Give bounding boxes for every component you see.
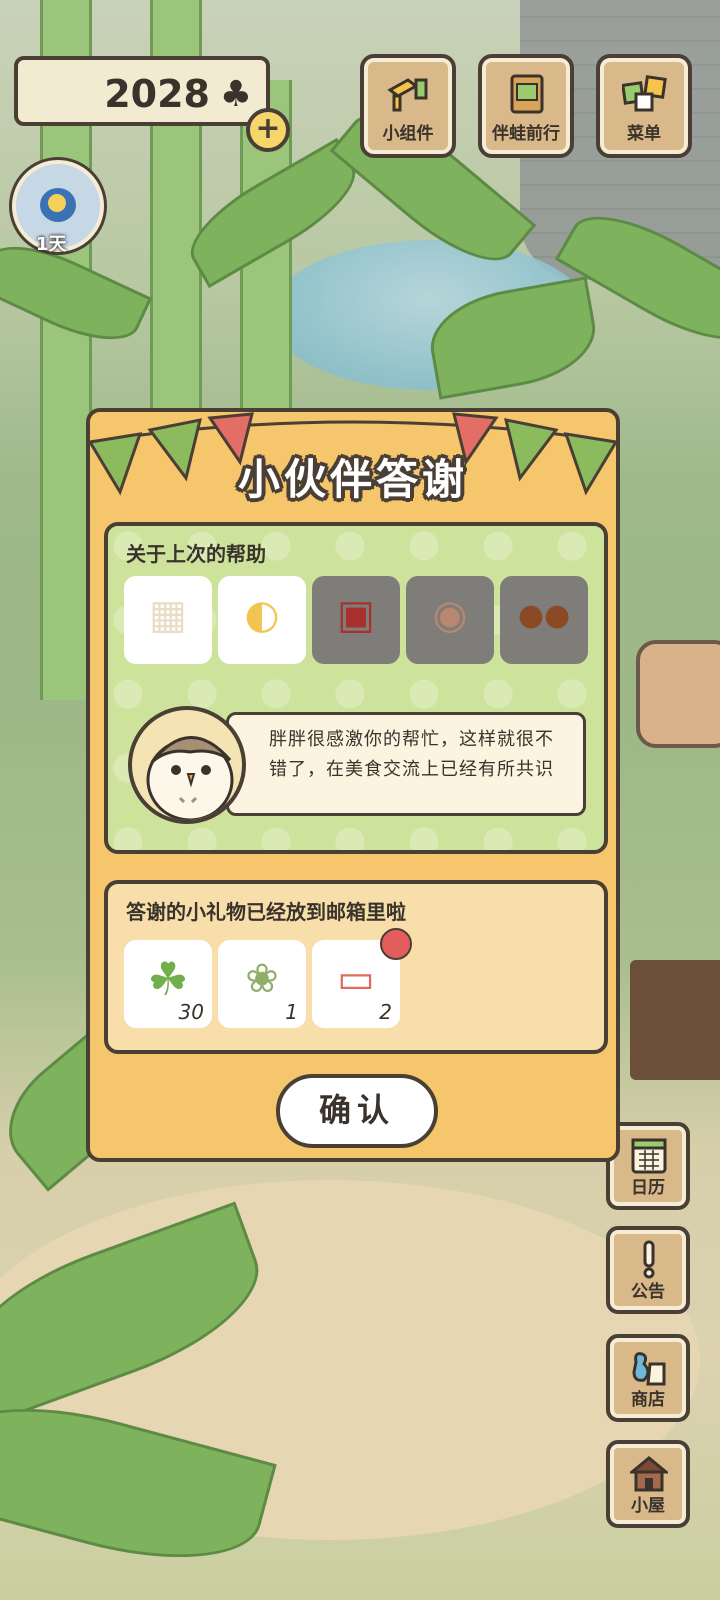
gift-panel-title: 答谢的小礼物已经放到邮箱里啦 bbox=[126, 900, 406, 924]
menu-icon bbox=[622, 75, 667, 112]
shop-button[interactable]: 商店 bbox=[606, 1334, 690, 1422]
speech-bubble: 胖胖很感激你的帮忙，这样就很不错了，在美食交流上已经有所共识 bbox=[226, 712, 586, 816]
speech-text: 胖胖很感激你的帮忙，这样就很不错了，在美食交流上已经有所共识 bbox=[269, 729, 554, 780]
help-item[interactable]: ●● bbox=[500, 576, 588, 664]
dialog-title: 小伙伴答谢 bbox=[237, 455, 468, 504]
dirt-patch bbox=[630, 960, 720, 1080]
help-item[interactable]: ▦ bbox=[124, 576, 212, 664]
clover-count: 2028 bbox=[104, 72, 210, 116]
widget-button[interactable]: 小组件 bbox=[360, 54, 456, 158]
house-label: 小屋 bbox=[631, 1496, 665, 1516]
chestnut-icon: ●● bbox=[517, 598, 571, 633]
notice-button[interactable]: 公告 bbox=[606, 1226, 690, 1314]
gift-quantity: 1 bbox=[285, 1000, 298, 1024]
add-clover-button[interactable]: + bbox=[246, 108, 290, 152]
gift-item[interactable]: ☘ 30 bbox=[124, 940, 212, 1028]
calendar-icon bbox=[631, 1138, 667, 1174]
widget-label: 小组件 bbox=[382, 124, 434, 144]
notice-label: 公告 bbox=[631, 1282, 665, 1302]
days-label: 1天 bbox=[36, 234, 67, 255]
gift-box-icon: ▣ bbox=[337, 592, 375, 638]
owl-avatar bbox=[128, 706, 246, 824]
gift-quantity: 30 bbox=[178, 1000, 204, 1024]
ticket-icon: ▭ bbox=[337, 956, 375, 1002]
mooncake-icon: ◉ bbox=[432, 592, 468, 638]
confirm-button[interactable]: 确认 bbox=[276, 1074, 438, 1148]
help-item[interactable]: ▣ bbox=[312, 576, 400, 664]
gift-item[interactable]: ❀ 1 bbox=[218, 940, 306, 1028]
clover-icon: ☘ bbox=[147, 952, 189, 1006]
frog-journey-label: 伴蛙前行 bbox=[492, 124, 560, 144]
shop-icon bbox=[632, 1352, 666, 1386]
house-button[interactable]: 小屋 bbox=[606, 1440, 690, 1528]
help-item[interactable]: ◐ bbox=[218, 576, 306, 664]
menu-label: 菜单 bbox=[627, 124, 661, 144]
widget-icon bbox=[387, 78, 428, 112]
frog-journey-button[interactable]: 伴蛙前行 bbox=[478, 54, 574, 158]
cheese-icon: ◐ bbox=[244, 592, 280, 638]
help-panel: 关于上次的帮助 ▦ ◐ ▣ ◉ ●● 胖胖很感激你的帮忙，这样就很不错了，在美食… bbox=[104, 522, 608, 854]
nougat-icon: ▦ bbox=[149, 592, 187, 638]
calendar-label: 日历 bbox=[631, 1178, 665, 1198]
gift-panel: 答谢的小礼物已经放到邮箱里啦 ☘ 30 ❀ 1 ▭ 2 bbox=[104, 880, 608, 1054]
menu-button[interactable]: 菜单 bbox=[596, 54, 692, 158]
house-icon bbox=[630, 1456, 668, 1492]
partner-thanks-dialog: 小伙伴答谢 关于上次的帮助 ▦ ◐ ▣ ◉ ●● 胖胖很感激你的帮忙，这样就很不… bbox=[86, 408, 620, 1162]
gift-item[interactable]: ▭ 2 bbox=[312, 928, 412, 1028]
gift-quantity: 2 bbox=[379, 1000, 392, 1024]
clover-counter: 2028 ♣ bbox=[14, 56, 270, 126]
shop-label: 商店 bbox=[631, 1390, 665, 1410]
help-item[interactable]: ◉ bbox=[406, 576, 494, 664]
help-panel-title: 关于上次的帮助 bbox=[126, 542, 266, 566]
owl-icon bbox=[146, 736, 234, 820]
herb-icon: ❀ bbox=[245, 956, 279, 1002]
notice-icon bbox=[643, 1240, 655, 1279]
bird-icon bbox=[40, 188, 76, 222]
tree-stump bbox=[636, 640, 720, 748]
new-badge bbox=[380, 928, 412, 960]
map-icon bbox=[510, 74, 544, 114]
clover-icon: ♣ bbox=[219, 74, 252, 115]
